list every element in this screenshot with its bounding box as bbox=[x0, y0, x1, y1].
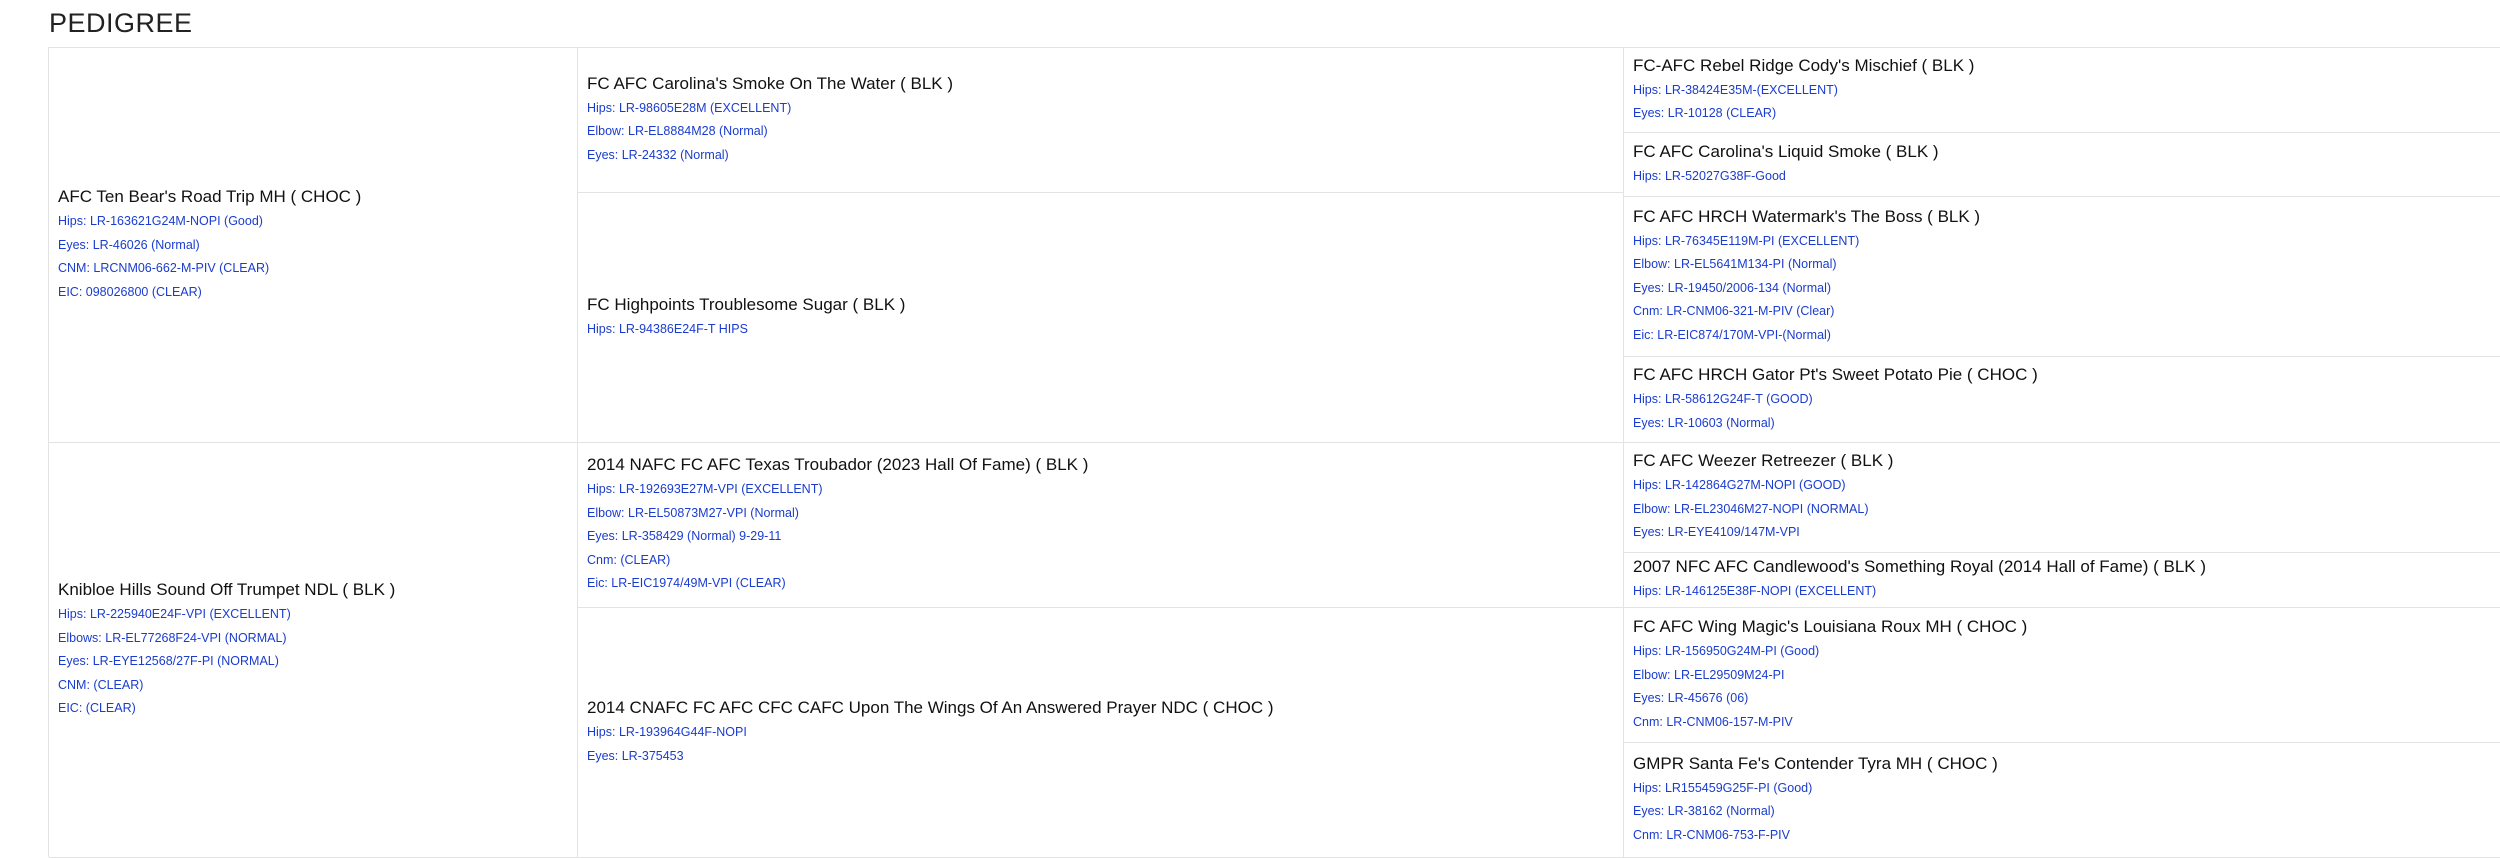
health-test-link[interactable]: Eyes: LR-EYE4109/147M-VPI bbox=[1633, 521, 2491, 545]
pedigree-cell: Knibloe Hills Sound Off Trumpet NDL ( BL… bbox=[49, 443, 578, 858]
dog-name: FC AFC HRCH Gator Pt's Sweet Potato Pie … bbox=[1633, 365, 2038, 384]
health-tests-list: Hips: LR-192693E27M-VPI (EXCELLENT) Elbow… bbox=[587, 478, 1614, 596]
health-test-link[interactable]: Eyes: LR-10128 (CLEAR) bbox=[1633, 102, 2491, 126]
health-test-link[interactable]: Elbow: LR-EL29509M24-PI bbox=[1633, 664, 2491, 688]
health-test-link[interactable]: Eyes: LR-EYE12568/27F-PI (NORMAL) bbox=[58, 650, 568, 674]
health-test-link[interactable]: Eyes: LR-19450/2006-134 (Normal) bbox=[1633, 277, 2491, 301]
pedigree-cell: FC Highpoints Troublesome Sugar ( BLK ) H… bbox=[578, 193, 1624, 443]
health-tests-list: Hips: LR-52027G38F-Good bbox=[1633, 165, 2491, 189]
health-test-link[interactable]: Hips: LR155459G25F-PI (Good) bbox=[1633, 777, 2491, 801]
health-test-link[interactable]: Hips: LR-76345E119M-PI (EXCELLENT) bbox=[1633, 230, 2491, 254]
pedigree-cell: AFC Ten Bear's Road Trip MH ( CHOC ) Hips… bbox=[49, 48, 578, 443]
health-test-link[interactable]: Eyes: LR-10603 (Normal) bbox=[1633, 412, 2491, 436]
health-test-link[interactable]: EIC: 098026800 (CLEAR) bbox=[58, 281, 568, 305]
pedigree-cell: FC AFC HRCH Gator Pt's Sweet Potato Pie … bbox=[1624, 357, 2500, 443]
health-test-link[interactable]: Cnm: LR-CNM06-753-F-PIV bbox=[1633, 824, 2491, 848]
health-test-link[interactable]: Eyes: LR-358429 (Normal) 9-29-11 bbox=[587, 525, 1614, 549]
health-test-link[interactable]: Hips: LR-156950G24M-PI (Good) bbox=[1633, 640, 2491, 664]
pedigree-table: AFC Ten Bear's Road Trip MH ( CHOC ) Hips… bbox=[48, 47, 2500, 858]
health-test-link[interactable]: Elbow: LR-EL50873M27-VPI (Normal) bbox=[587, 502, 1614, 526]
health-test-link[interactable]: Hips: LR-52027G38F-Good bbox=[1633, 165, 2491, 189]
health-test-link[interactable]: Hips: LR-94386E24F-T HIPS bbox=[587, 318, 1614, 342]
dog-name: Knibloe Hills Sound Off Trumpet NDL ( BL… bbox=[58, 580, 396, 600]
dog-name: FC AFC Weezer Retreezer ( BLK ) bbox=[1633, 451, 1894, 471]
page-title: PEDIGREE bbox=[49, 8, 193, 38]
dog-name: FC AFC Wing Magic's Louisiana Roux MH ( … bbox=[1633, 617, 2028, 636]
health-tests-list: Hips: LR-76345E119M-PI (EXCELLENT) Elbow:… bbox=[1633, 230, 2491, 348]
dog-name: AFC Ten Bear's Road Trip MH ( CHOC ) bbox=[58, 187, 362, 206]
health-test-link[interactable]: Eyes: LR-38162 (Normal) bbox=[1633, 800, 2491, 824]
dog-name: FC-AFC Rebel Ridge Cody's Mischief ( BLK… bbox=[1633, 55, 1975, 75]
pedigree-cell: 2014 CNAFC FC AFC CFC CAFC Upon The Wing… bbox=[578, 608, 1624, 858]
health-test-link[interactable]: Eyes: LR-375453 bbox=[587, 745, 1614, 769]
health-test-link[interactable]: Eic: LR-EIC874/170M-VPI-(Normal) bbox=[1633, 324, 2491, 348]
dog-name: 2014 CNAFC FC AFC CFC CAFC Upon The Wing… bbox=[587, 698, 1274, 717]
dog-name: FC AFC Carolina's Smoke On The Water ( B… bbox=[587, 73, 954, 93]
dog-name: GMPR Santa Fe's Contender Tyra MH ( CHOC… bbox=[1633, 753, 1998, 773]
health-tests-list: Hips: LR-142864G27M-NOPI (GOOD) Elbow: LR… bbox=[1633, 474, 2491, 545]
health-tests-list: Hips: LR-225940E24F-VPI (EXCELLENT) Elbow… bbox=[58, 603, 568, 721]
pedigree-cell: 2007 NFC AFC Candlewood's Something Roya… bbox=[1624, 553, 2500, 608]
health-test-link[interactable]: Hips: LR-193964G44F-NOPI bbox=[587, 721, 1614, 745]
health-test-link[interactable]: Cnm: (CLEAR) bbox=[587, 549, 1614, 573]
health-test-link[interactable]: Eic: LR-EIC1974/49M-VPI (CLEAR) bbox=[587, 572, 1614, 596]
health-tests-list: Hips: LR-58612G24F-T (GOOD) Eyes: LR-1060… bbox=[1633, 388, 2491, 435]
health-tests-list: Hips: LR-163621G24M-NOPI (Good) Eyes: LR-… bbox=[58, 210, 568, 304]
health-tests-list: Hips: LR-94386E24F-T HIPS bbox=[587, 318, 1614, 342]
health-test-link[interactable]: Elbow: LR-EL23046M27-NOPI (NORMAL) bbox=[1633, 498, 2491, 522]
health-test-link[interactable]: Eyes: LR-24332 (Normal) bbox=[587, 144, 1614, 168]
health-test-link[interactable]: Hips: LR-142864G27M-NOPI (GOOD) bbox=[1633, 474, 2491, 498]
health-test-link[interactable]: Eyes: LR-46026 (Normal) bbox=[58, 234, 568, 258]
health-test-link[interactable]: CNM: (CLEAR) bbox=[58, 674, 568, 698]
health-test-link[interactable]: Elbow: LR-EL5641M134-PI (Normal) bbox=[1633, 253, 2491, 277]
health-test-link[interactable]: Hips: LR-225940E24F-VPI (EXCELLENT) bbox=[58, 603, 568, 627]
health-test-link[interactable]: Cnm: LR-CNM06-321-M-PIV (Clear) bbox=[1633, 300, 2491, 324]
health-test-link[interactable]: Eyes: LR-45676 (06) bbox=[1633, 687, 2491, 711]
dog-name: FC Highpoints Troublesome Sugar ( BLK ) bbox=[587, 294, 906, 314]
pedigree-cell: GMPR Santa Fe's Contender Tyra MH ( CHOC… bbox=[1624, 743, 2500, 858]
dog-name: FC AFC Carolina's Liquid Smoke ( BLK ) bbox=[1633, 141, 1939, 161]
health-tests-list: Hips: LR-156950G24M-PI (Good) Elbow: LR-E… bbox=[1633, 640, 2491, 734]
dog-name: 2014 NAFC FC AFC Texas Troubador (2023 H… bbox=[587, 455, 1089, 475]
pedigree-cell: FC AFC Carolina's Smoke On The Water ( B… bbox=[578, 48, 1624, 193]
health-tests-list: Hips: LR-193964G44F-NOPI Eyes: LR-375453 bbox=[587, 721, 1614, 768]
health-test-link[interactable]: Hips: LR-58612G24F-T (GOOD) bbox=[1633, 388, 2491, 412]
dog-name: FC AFC HRCH Watermark's The Boss ( BLK ) bbox=[1633, 206, 1981, 226]
health-tests-list: Hips: LR-98605E28M (EXCELLENT) Elbow: LR-… bbox=[587, 97, 1614, 168]
health-test-link[interactable]: Elbows: LR-EL77268F24-VPI (NORMAL) bbox=[58, 627, 568, 651]
health-test-link[interactable]: CNM: LRCNM06-662-M-PIV (CLEAR) bbox=[58, 257, 568, 281]
pedigree-cell: FC AFC HRCH Watermark's The Boss ( BLK )… bbox=[1624, 197, 2500, 357]
health-test-link[interactable]: Hips: LR-38424E35M-(EXCELLENT) bbox=[1633, 79, 2491, 103]
pedigree-cell: FC-AFC Rebel Ridge Cody's Mischief ( BLK… bbox=[1624, 48, 2500, 133]
health-tests-list: Hips: LR155459G25F-PI (Good) Eyes: LR-381… bbox=[1633, 777, 2491, 848]
health-test-link[interactable]: Cnm: LR-CNM06-157-M-PIV bbox=[1633, 711, 2491, 735]
health-test-link[interactable]: Elbow: LR-EL8884M28 (Normal) bbox=[587, 120, 1614, 144]
health-tests-list: Hips: LR-146125E38F-NOPI (EXCELLENT) bbox=[1633, 580, 2491, 604]
pedigree-cell: FC AFC Carolina's Liquid Smoke ( BLK ) Hi… bbox=[1624, 133, 2500, 197]
pedigree-cell: FC AFC Weezer Retreezer ( BLK ) Hips: LR-… bbox=[1624, 443, 2500, 553]
health-test-link[interactable]: EIC: (CLEAR) bbox=[58, 697, 568, 721]
pedigree-cell: FC AFC Wing Magic's Louisiana Roux MH ( … bbox=[1624, 608, 2500, 743]
dog-name: 2007 NFC AFC Candlewood's Something Roya… bbox=[1633, 557, 2207, 577]
health-test-link[interactable]: Hips: LR-98605E28M (EXCELLENT) bbox=[587, 97, 1614, 121]
pedigree-cell: 2014 NAFC FC AFC Texas Troubador (2023 H… bbox=[578, 443, 1624, 608]
health-test-link[interactable]: Hips: LR-192693E27M-VPI (EXCELLENT) bbox=[587, 478, 1614, 502]
health-tests-list: Hips: LR-38424E35M-(EXCELLENT) Eyes: LR-1… bbox=[1633, 79, 2491, 126]
health-test-link[interactable]: Hips: LR-163621G24M-NOPI (Good) bbox=[58, 210, 568, 234]
health-test-link[interactable]: Hips: LR-146125E38F-NOPI (EXCELLENT) bbox=[1633, 580, 2491, 604]
